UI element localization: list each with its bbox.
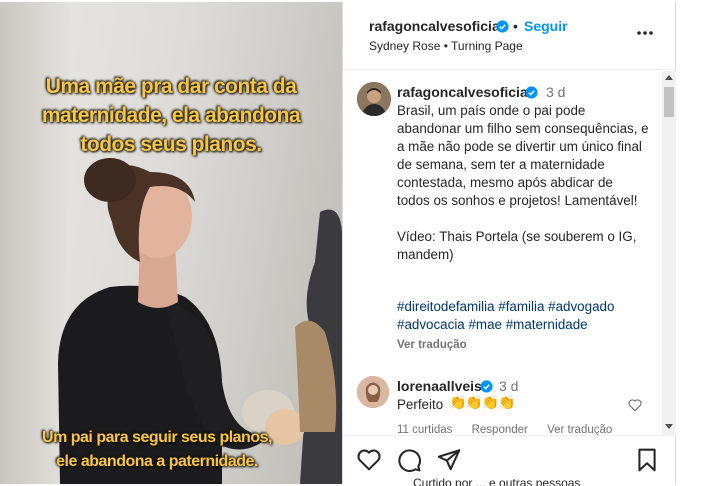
- commenter-avatar[interactable]: [357, 376, 389, 408]
- scrollbar-thumb[interactable]: [664, 87, 674, 117]
- comment-bubble-icon[interactable]: [396, 447, 422, 473]
- comment-timestamp: 3 d: [499, 378, 519, 394]
- commenter-username[interactable]: lorenaallveis: [397, 378, 482, 394]
- reel-video[interactable]: Uma mãe pra dar conta da maternidade, el…: [0, 2, 342, 484]
- post-header: rafagoncalvesoficial • Seguir Sydney Ros…: [343, 2, 676, 70]
- comment-likes-count[interactable]: 11 curtidas: [397, 424, 452, 435]
- share-paper-plane-icon[interactable]: [436, 447, 462, 473]
- liked-by-text: Curtido por ... e outras pessoas: [413, 476, 581, 486]
- author-avatar[interactable]: [357, 82, 391, 116]
- video-caption-top-line: todos seus planos.: [80, 133, 262, 156]
- hashtag-link[interactable]: #maternidade: [506, 317, 588, 332]
- video-caption-bottom-line: ele abandona a paternidade.: [56, 453, 258, 470]
- comment-meta: 11 curtidas Responder Ver tradução: [397, 424, 628, 435]
- caption-text: Brasil, um país onde o pai pode abandona…: [397, 103, 649, 262]
- see-translation-link[interactable]: Ver tradução: [547, 424, 612, 435]
- comments-scrollbar[interactable]: [662, 71, 676, 435]
- video-caption-top-line: Uma mãe pra dar conta da: [45, 75, 297, 98]
- instagram-post-modal: Uma mãe pra dar conta da maternidade, el…: [0, 0, 702, 486]
- hashtag-link[interactable]: #advogado: [548, 299, 614, 314]
- verified-badge-icon: [525, 86, 538, 99]
- hashtag-link[interactable]: #advocacia: [397, 317, 465, 332]
- video-caption-top: Uma mãe pra dar conta da maternidade, el…: [0, 72, 342, 159]
- verified-badge-icon: [480, 380, 493, 393]
- video-caption-bottom-line: Um pai para seguir seus planos,: [42, 429, 272, 446]
- like-heart-icon[interactable]: [356, 447, 382, 473]
- comments-list: rafagoncalvesoficial 3 d Brasil, um país…: [343, 71, 663, 435]
- clapping-hands-emoji: 👏👏👏👏: [449, 394, 516, 410]
- video-caption-top-line: maternidade, ela abandona: [41, 104, 301, 127]
- audio-track-link[interactable]: Sydney Rose • Turning Page: [369, 39, 523, 53]
- see-translation-link[interactable]: Ver tradução: [397, 339, 467, 351]
- header-separator: •: [513, 18, 518, 34]
- video-caption-bottom: Um pai para seguir seus planos, ele aban…: [0, 426, 328, 474]
- caption-timestamp: 3 d: [546, 84, 566, 100]
- hashtag-link[interactable]: #direitodefamilia: [397, 299, 495, 314]
- comment-like-heart-icon[interactable]: [627, 397, 643, 413]
- caption-hashtags: #direitodefamilia #familia #advogado #ad…: [397, 298, 649, 334]
- author-username[interactable]: rafagoncalvesoficial: [369, 18, 504, 34]
- save-bookmark-icon[interactable]: [634, 447, 660, 473]
- hashtag-link[interactable]: #mae: [468, 317, 502, 332]
- follow-button[interactable]: Seguir: [524, 18, 568, 34]
- caption-username[interactable]: rafagoncalvesoficial: [397, 84, 532, 100]
- scroll-down-arrow-icon[interactable]: [665, 424, 673, 429]
- hashtag-link[interactable]: #familia: [498, 299, 544, 314]
- post-side-panel: rafagoncalvesoficial • Seguir Sydney Ros…: [342, 2, 676, 486]
- scroll-up-arrow-icon[interactable]: [665, 75, 673, 80]
- comment-text: Perfeito: [397, 397, 444, 412]
- more-horizontal-icon[interactable]: [636, 24, 654, 42]
- verified-badge-icon: [496, 20, 509, 33]
- reply-button[interactable]: Responder: [472, 424, 528, 435]
